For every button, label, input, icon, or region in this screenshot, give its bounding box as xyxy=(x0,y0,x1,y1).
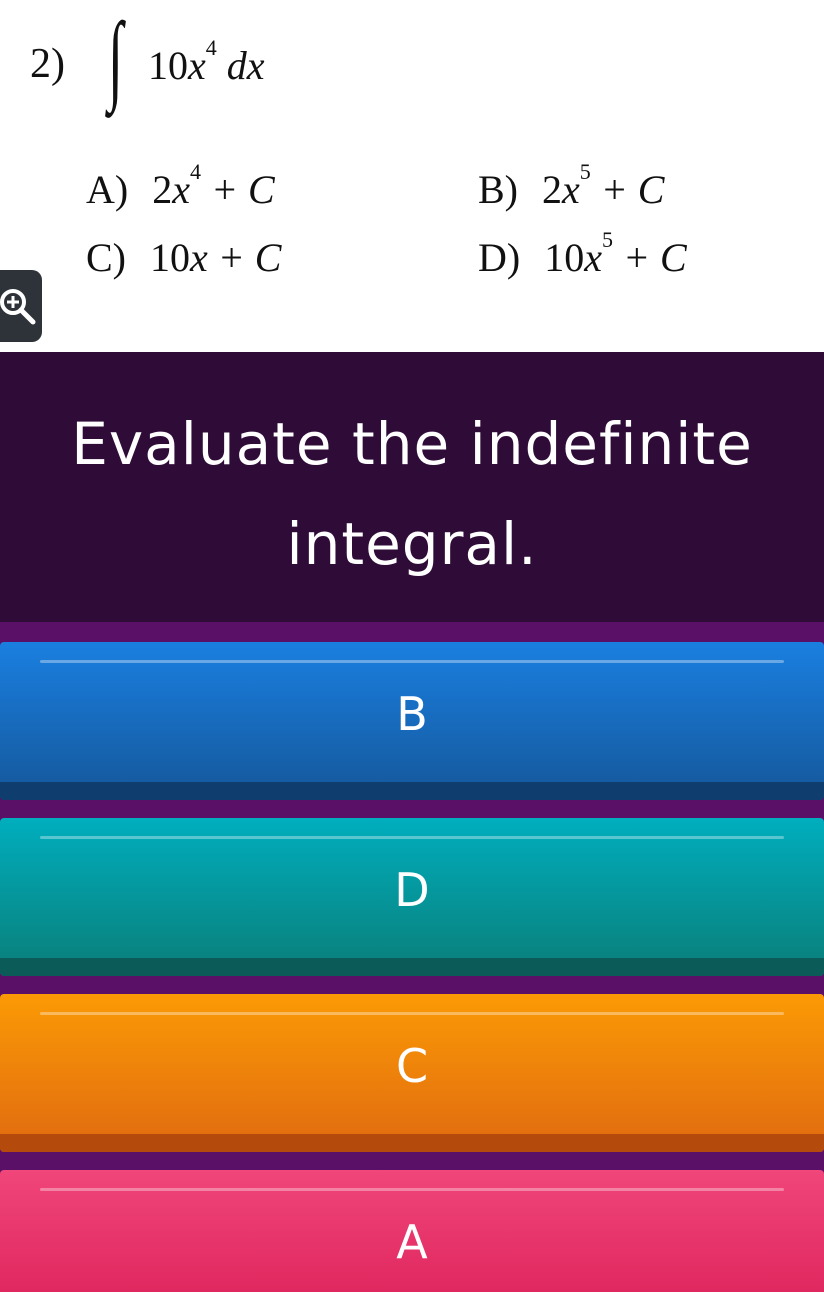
question-text: Evaluate the indefinite integral. xyxy=(71,394,753,594)
button-shadow xyxy=(0,1134,824,1152)
answer-button-a[interactable]: A xyxy=(0,1170,824,1292)
integrand: 10x4 dx xyxy=(148,34,265,88)
zoom-button[interactable] xyxy=(0,270,42,342)
answer-label: C xyxy=(395,1039,429,1093)
button-shadow xyxy=(0,958,824,976)
question-image: 2) ∫ 10x4 dx A) 2x4 + C B) 2x5 + C C) 10x +… xyxy=(0,0,824,352)
question-text-line2: integral. xyxy=(286,510,538,578)
answer-label: D xyxy=(394,863,430,917)
choice-d: D) 10x5 + C xyxy=(478,226,687,280)
zoom-in-icon xyxy=(0,289,36,325)
choice-a: A) 2x4 + C xyxy=(86,158,275,212)
choice-c: C) 10x + C xyxy=(86,235,282,280)
question-banner: Evaluate the indefinite integral. xyxy=(0,352,824,622)
answer-button-b[interactable]: B xyxy=(0,642,824,800)
answer-button-d[interactable]: D xyxy=(0,818,824,976)
button-highlight xyxy=(40,660,784,663)
answer-label: B xyxy=(396,687,428,741)
answer-label: A xyxy=(396,1215,428,1269)
question-text-line1: Evaluate the indefinite xyxy=(71,410,753,478)
integral-sign: ∫ xyxy=(108,2,124,113)
button-shadow xyxy=(0,782,824,800)
choice-b: B) 2x5 + C xyxy=(478,158,665,212)
answer-button-c[interactable]: C xyxy=(0,994,824,1152)
button-highlight xyxy=(40,1188,784,1191)
button-highlight xyxy=(40,1012,784,1015)
button-highlight xyxy=(40,836,784,839)
question-number: 2) xyxy=(30,41,65,87)
